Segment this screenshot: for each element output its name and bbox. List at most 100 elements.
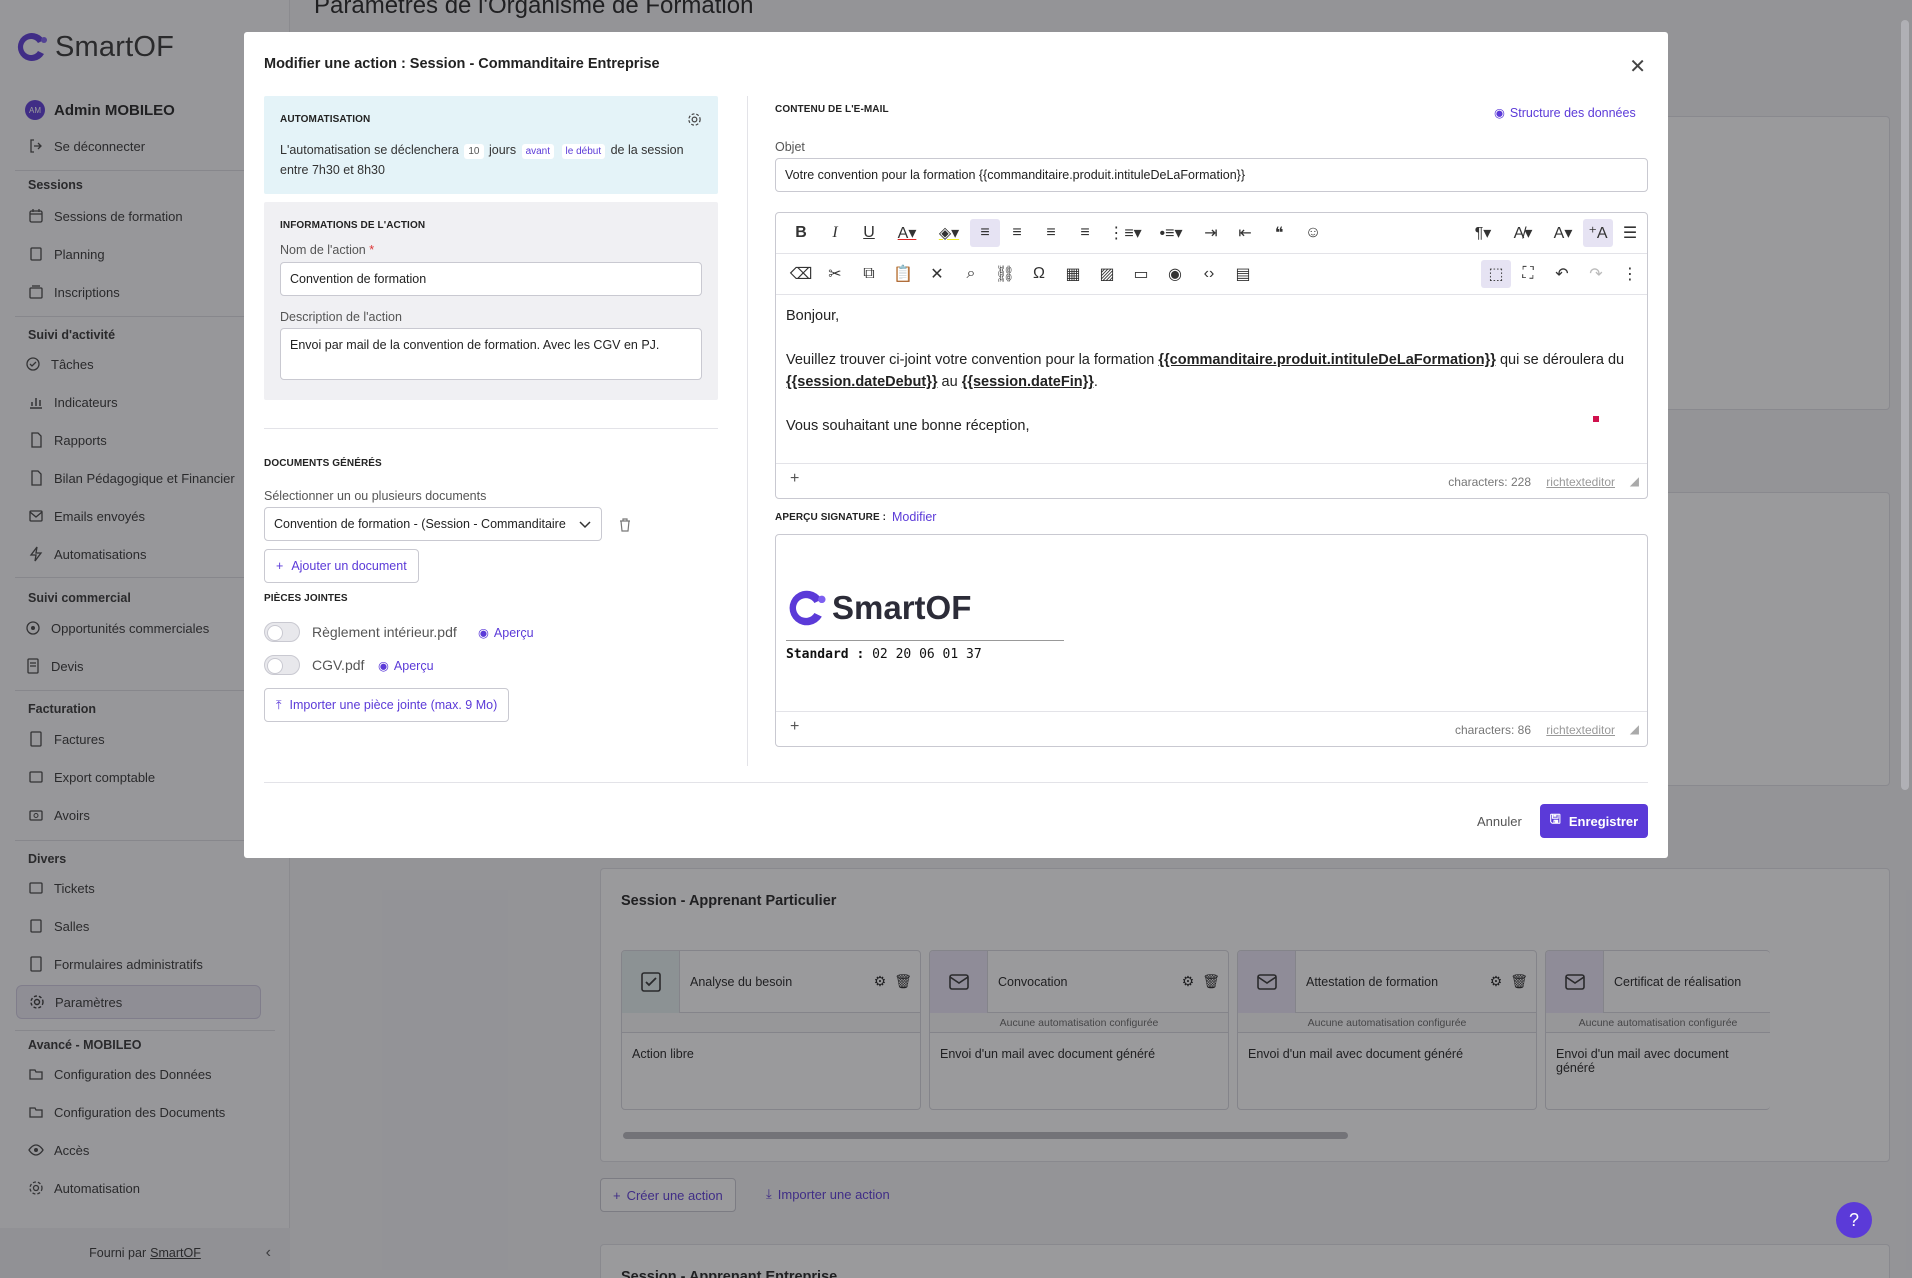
page-scrollbar[interactable] <box>1901 20 1909 790</box>
add-document-label: Ajouter un document <box>291 559 407 573</box>
eraser-icon[interactable]: ⌫ <box>784 260 818 288</box>
align-left-icon[interactable]: ≡ <box>970 219 1000 247</box>
body-greeting: Bonjour, <box>786 308 840 324</box>
subject-input[interactable]: Votre convention pour la formation {{com… <box>775 158 1648 192</box>
body-text: . <box>1093 374 1098 390</box>
divider <box>747 96 748 766</box>
save-button[interactable]: 🖫 Enregistrer <box>1540 804 1648 838</box>
italic-icon[interactable]: I <box>818 219 852 247</box>
page-break-icon[interactable]: ▤ <box>1226 260 1260 288</box>
cancel-button[interactable]: Annuler <box>1477 814 1522 829</box>
editor-brand-link[interactable]: richtexteditor <box>1546 475 1615 489</box>
help-button[interactable]: ? <box>1836 1202 1872 1238</box>
preview-link[interactable]: ◉ Aperçu <box>478 625 534 641</box>
table-icon[interactable]: ▦ <box>1056 260 1090 288</box>
font-color-icon[interactable]: A▾ <box>886 219 928 247</box>
action-info-panel: Informations de l'action Nom de l'action… <box>264 202 718 400</box>
highlight-icon[interactable]: ◈▾ <box>928 219 970 247</box>
emoji-icon[interactable]: ☺ <box>1296 219 1330 247</box>
email-body-content[interactable]: Bonjour, Veuillez trouver ci-joint votre… <box>786 305 1636 437</box>
plus-icon: + <box>276 559 284 573</box>
outdent-icon[interactable]: ⇤ <box>1228 219 1262 247</box>
indent-icon[interactable]: ⇥ <box>1194 219 1228 247</box>
fullscreen-icon[interactable]: ⛶ <box>1511 260 1545 288</box>
variable-date-fin: {{session.dateFin}} <box>961 374 1094 390</box>
close-icon[interactable]: ✕ <box>1629 54 1646 79</box>
add-document-button[interactable]: + Ajouter un document <box>264 549 419 583</box>
delete-icon[interactable]: ✕ <box>920 260 954 288</box>
ordered-list-icon[interactable]: ⋮≡▾ <box>1102 219 1148 247</box>
special-char-icon[interactable]: Ω <box>1022 260 1056 288</box>
link-icon[interactable]: ⛓ <box>988 260 1022 288</box>
name-label: Nom de l'action * <box>280 243 374 257</box>
select-all-icon[interactable]: ⬚ <box>1481 260 1511 288</box>
import-attachment-button[interactable]: ⤒ Importer une pièce jointe (max. 9 Mo) <box>264 688 510 722</box>
modify-signature-link[interactable]: Modifier <box>892 510 936 524</box>
align-justify-icon[interactable]: ≡ <box>1068 219 1102 247</box>
redo-icon[interactable]: ↷ <box>1579 260 1613 288</box>
gear-icon[interactable] <box>687 112 702 127</box>
phone-value: 02 20 06 01 37 <box>872 647 982 662</box>
plus-icon[interactable]: + <box>790 470 799 488</box>
action-name-input[interactable]: Convention de formation <box>280 262 702 296</box>
info-label: Informations de l'action <box>280 220 426 231</box>
automation-text: de la session <box>610 143 684 157</box>
modal-title: Modifier une action : Session - Commandi… <box>264 56 660 72</box>
edit-action-modal: Modifier une action : Session - Commandi… <box>244 32 1668 858</box>
trash-icon[interactable] <box>618 517 632 532</box>
preview-label: Aperçu <box>493 625 534 640</box>
attachment-toggle[interactable] <box>264 622 300 642</box>
align-center-icon[interactable]: ≡ <box>1000 219 1034 247</box>
resize-handle-icon[interactable]: ◢ <box>1630 722 1639 736</box>
cut-icon[interactable]: ✂ <box>818 260 852 288</box>
preview-label: Aperçu <box>393 658 434 673</box>
video-icon[interactable]: ▭ <box>1124 260 1158 288</box>
smartof-logo-icon <box>789 590 826 626</box>
copy-icon[interactable]: ⧉ <box>852 260 886 288</box>
paragraph-icon[interactable]: ¶▾ <box>1463 219 1503 247</box>
signature-preview: SmartOF Standard : 02 20 06 01 37 + char… <box>775 534 1648 747</box>
editor-footer: + characters: 228 richtexteditor ◢ <box>776 463 1647 498</box>
code-icon[interactable]: ‹› <box>1192 260 1226 288</box>
data-structure-label: Structure des données <box>1509 105 1636 120</box>
body-text: Veuillez trouver ci-joint votre conventi… <box>786 352 1155 368</box>
font-size-icon[interactable]: A▾ <box>1543 219 1583 247</box>
required-mark: * <box>369 243 375 257</box>
unordered-list-icon[interactable]: •≡▾ <box>1148 219 1194 247</box>
text-format-icon[interactable]: A̸▾ <box>1503 219 1543 247</box>
days-value[interactable]: 10 <box>464 144 484 159</box>
undo-icon[interactable]: ↶ <box>1545 260 1579 288</box>
data-structure-link[interactable]: ◉ Structure des données <box>1494 105 1636 121</box>
automation-panel: Automatisation L'automatisation se décle… <box>264 96 718 194</box>
more-icon[interactable]: ⋮ <box>1613 260 1647 288</box>
documents-select[interactable]: Convention de formation - (Session - Com… <box>264 507 602 541</box>
reference-value[interactable]: le début <box>561 144 606 159</box>
body-text: qui se déroulera du <box>1499 352 1625 368</box>
eye-icon: ◉ <box>1494 106 1505 120</box>
automation-description: L'automatisation se déclenchera 10 jours… <box>280 140 700 180</box>
body-closing: Vous souhaitant une bonne réception, <box>786 418 1030 434</box>
paste-icon[interactable]: 📋 <box>886 260 920 288</box>
character-count: characters: 86 <box>1454 723 1531 737</box>
when-value[interactable]: avant <box>521 144 555 159</box>
preview-icon[interactable]: ◉ <box>1158 260 1192 288</box>
underline-icon[interactable]: U <box>852 219 886 247</box>
bold-icon[interactable]: B <box>784 219 818 247</box>
preview-link[interactable]: ◉ Aperçu <box>378 658 434 674</box>
quote-icon[interactable]: ❝ <box>1262 219 1296 247</box>
search-icon[interactable]: ⌕ <box>954 260 988 288</box>
editor-brand-link[interactable]: richtexteditor <box>1546 723 1615 737</box>
email-body-editor: B I U A▾ ◈▾ ≡ ≡ ≡ ≡ ⋮≡▾ •≡▾ ⇥ ⇤ ❝ ☺ ¶▾ A… <box>775 212 1648 499</box>
plus-icon[interactable]: + <box>790 718 799 736</box>
text-style-icon[interactable]: ⁺A <box>1583 219 1613 247</box>
save-icon: 🖫 <box>1549 811 1561 826</box>
image-icon[interactable]: ▨ <box>1090 260 1124 288</box>
resize-handle-icon[interactable]: ◢ <box>1630 474 1639 488</box>
align-right-icon[interactable]: ≡ <box>1034 219 1068 247</box>
action-description-textarea[interactable]: Envoi par mail de la convention de forma… <box>280 328 702 380</box>
divider <box>264 782 1648 783</box>
signature-brand: SmartOF <box>832 589 972 626</box>
line-height-icon[interactable]: ☰ <box>1613 219 1647 247</box>
variable-formation: {{commanditaire.produit.intituleDeLaForm… <box>1158 352 1496 368</box>
attachment-toggle[interactable] <box>264 655 300 675</box>
